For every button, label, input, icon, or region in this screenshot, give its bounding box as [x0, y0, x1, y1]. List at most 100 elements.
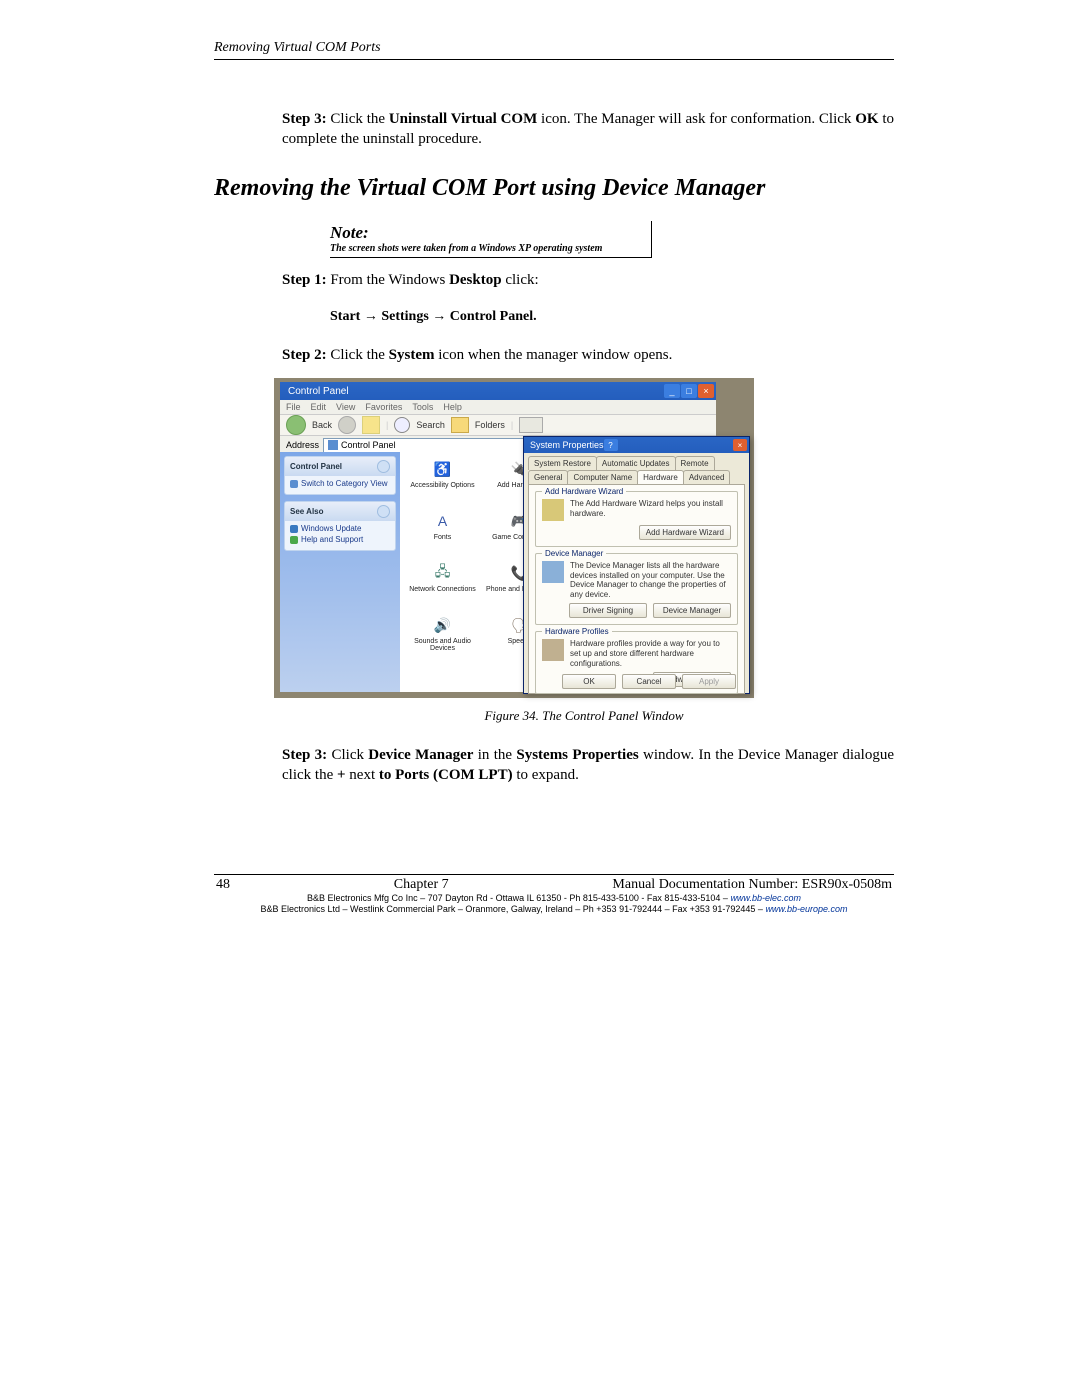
sidebar-panel-see-also: See Also Windows Update Help and Support [284, 501, 396, 551]
step2: Step 2: Click the System icon when the m… [282, 347, 894, 364]
step3-label: Step 3: [282, 111, 327, 127]
collapse-icon[interactable] [377, 460, 390, 473]
address-value: Control Panel [341, 440, 396, 450]
sidebar-panel-title: See Also [290, 507, 324, 516]
tab-hardware[interactable]: Hardware [637, 470, 684, 484]
cp-titlebar[interactable]: Control Panel _ □ × [280, 382, 716, 400]
step2-label: Step 2: [282, 347, 327, 363]
b: to Ports (COM LPT) [379, 767, 513, 783]
app-icon: A [432, 510, 454, 532]
tab-computer-name[interactable]: Computer Name [567, 470, 638, 484]
fieldset-legend: Hardware Profiles [542, 627, 612, 636]
add-hardware-wizard-button[interactable]: Add Hardware Wizard [639, 525, 731, 540]
link-switch-category[interactable]: Switch to Category View [290, 479, 390, 488]
sp-titlebar[interactable]: System Properties ? × [524, 437, 749, 453]
cp-sidebar: Control Panel Switch to Category View Se… [280, 452, 400, 692]
app-icon: 🔊 [432, 614, 454, 636]
b: + [337, 767, 346, 783]
note-text: The screen shots were taken from a Windo… [330, 243, 645, 255]
up-icon[interactable] [362, 416, 380, 434]
ok-button[interactable]: OK [562, 674, 616, 689]
t: Click the [327, 111, 389, 127]
hardware-wizard-icon [542, 499, 564, 521]
fieldset-text: The Add Hardware Wizard helps you instal… [570, 499, 731, 518]
driver-signing-button[interactable]: Driver Signing [569, 603, 647, 618]
tab-general[interactable]: General [528, 470, 568, 484]
menu-file[interactable]: File [286, 402, 301, 412]
cp-toolbar: Back | Search Folders | [280, 415, 716, 436]
menu-tools[interactable]: Tools [412, 402, 433, 412]
page-number: 48 [216, 877, 230, 893]
cp-icon[interactable]: AFonts [404, 510, 481, 562]
sidebar-panel-title: Control Panel [290, 462, 342, 471]
menu-view[interactable]: View [336, 402, 355, 412]
apply-button[interactable]: Apply [682, 674, 736, 689]
fieldset-device-manager: Device Manager The Device Manager lists … [535, 553, 738, 625]
icon-label: Sounds and Audio Devices [404, 638, 481, 652]
cp-menubar: File Edit View Favorites Tools Help [280, 400, 716, 415]
link-text: Help and Support [301, 535, 363, 544]
close-icon[interactable]: × [698, 384, 714, 398]
cp-icon[interactable]: 🖧 Network Connections [404, 562, 481, 614]
page-footer: 48 Chapter 7 Manual Documentation Number… [214, 874, 894, 916]
b: Desktop [449, 272, 502, 288]
maximize-icon[interactable]: □ [681, 384, 697, 398]
help-icon[interactable]: ? [604, 439, 618, 451]
menu-edit[interactable]: Edit [311, 402, 327, 412]
search-label[interactable]: Search [416, 420, 445, 430]
forward-icon[interactable] [338, 416, 356, 434]
doc-number: Manual Documentation Number: ESR90x-0508… [612, 877, 892, 893]
cancel-button[interactable]: Cancel [622, 674, 676, 689]
section-heading: Removing the Virtual COM Port using Devi… [214, 173, 894, 203]
fieldset-add-hardware-wizard: Add Hardware Wizard The Add Hardware Wiz… [535, 491, 738, 547]
page-header-title: Removing Virtual COM Ports [214, 40, 381, 55]
b: Systems Properties [516, 747, 638, 763]
fieldset-legend: Add Hardware Wizard [542, 487, 626, 496]
sp-tabs-row-1: System Restore Automatic Updates Remote [524, 453, 749, 470]
app-icon: 🖧 [432, 562, 454, 584]
tab-automatic-updates[interactable]: Automatic Updates [596, 456, 676, 470]
search-icon[interactable] [394, 417, 410, 433]
cp-icon[interactable]: 🔊 Sounds and Audio Devices [404, 614, 481, 666]
back-icon[interactable] [286, 415, 306, 435]
tab-advanced[interactable]: Advanced [683, 470, 731, 484]
close-icon[interactable]: × [733, 439, 747, 451]
app-icon: ♿ [432, 458, 454, 480]
menu-favorites[interactable]: Favorites [365, 402, 402, 412]
footer-link-bbeurope[interactable]: www.bb-europe.com [765, 904, 847, 914]
b: Uninstall Virtual COM [389, 111, 537, 127]
folders-icon[interactable] [451, 417, 469, 433]
page-header: Removing Virtual COM Ports [214, 38, 894, 60]
tab-remote[interactable]: Remote [675, 456, 715, 470]
footer-link-bbelec[interactable]: www.bb-elec.com [730, 893, 801, 903]
t: Click [327, 747, 368, 763]
screenshot-control-panel: Control Panel _ □ × File Edit View Favor… [274, 378, 754, 698]
back-label[interactable]: Back [312, 420, 332, 430]
fieldset-text: The Device Manager lists all the hardwar… [570, 561, 731, 599]
menu-help[interactable]: Help [443, 402, 462, 412]
fieldset-legend: Device Manager [542, 549, 606, 558]
minimize-icon[interactable]: _ [664, 384, 680, 398]
collapse-icon[interactable] [377, 505, 390, 518]
step1: Step 1: From the Windows Desktop click: [282, 272, 894, 289]
footer-line2: B&B Electronics Ltd – Westlink Commercia… [261, 904, 766, 914]
nav-path: Start → Settings → Control Panel. [330, 309, 894, 325]
device-manager-icon [542, 561, 564, 583]
link-windows-update[interactable]: Windows Update [290, 524, 390, 533]
device-manager-button[interactable]: Device Manager [653, 603, 731, 618]
t: next [346, 767, 379, 783]
figure-34: Control Panel _ □ × File Edit View Favor… [274, 378, 894, 724]
control-panel-icon [328, 440, 338, 450]
link-help-support[interactable]: Help and Support [290, 535, 390, 544]
views-icon[interactable] [519, 417, 543, 433]
icon-label: Network Connections [409, 586, 476, 593]
tab-system-restore[interactable]: System Restore [528, 456, 597, 470]
sp-tab-content: Add Hardware Wizard The Add Hardware Wiz… [528, 484, 745, 694]
globe-icon [290, 525, 298, 533]
b: Device Manager [368, 747, 473, 763]
t: click: [502, 272, 539, 288]
cp-icon[interactable]: ♿Accessibility Options [404, 458, 481, 510]
t: icon when the manager window opens. [435, 347, 673, 363]
t: in the [473, 747, 516, 763]
folders-label[interactable]: Folders [475, 420, 505, 430]
